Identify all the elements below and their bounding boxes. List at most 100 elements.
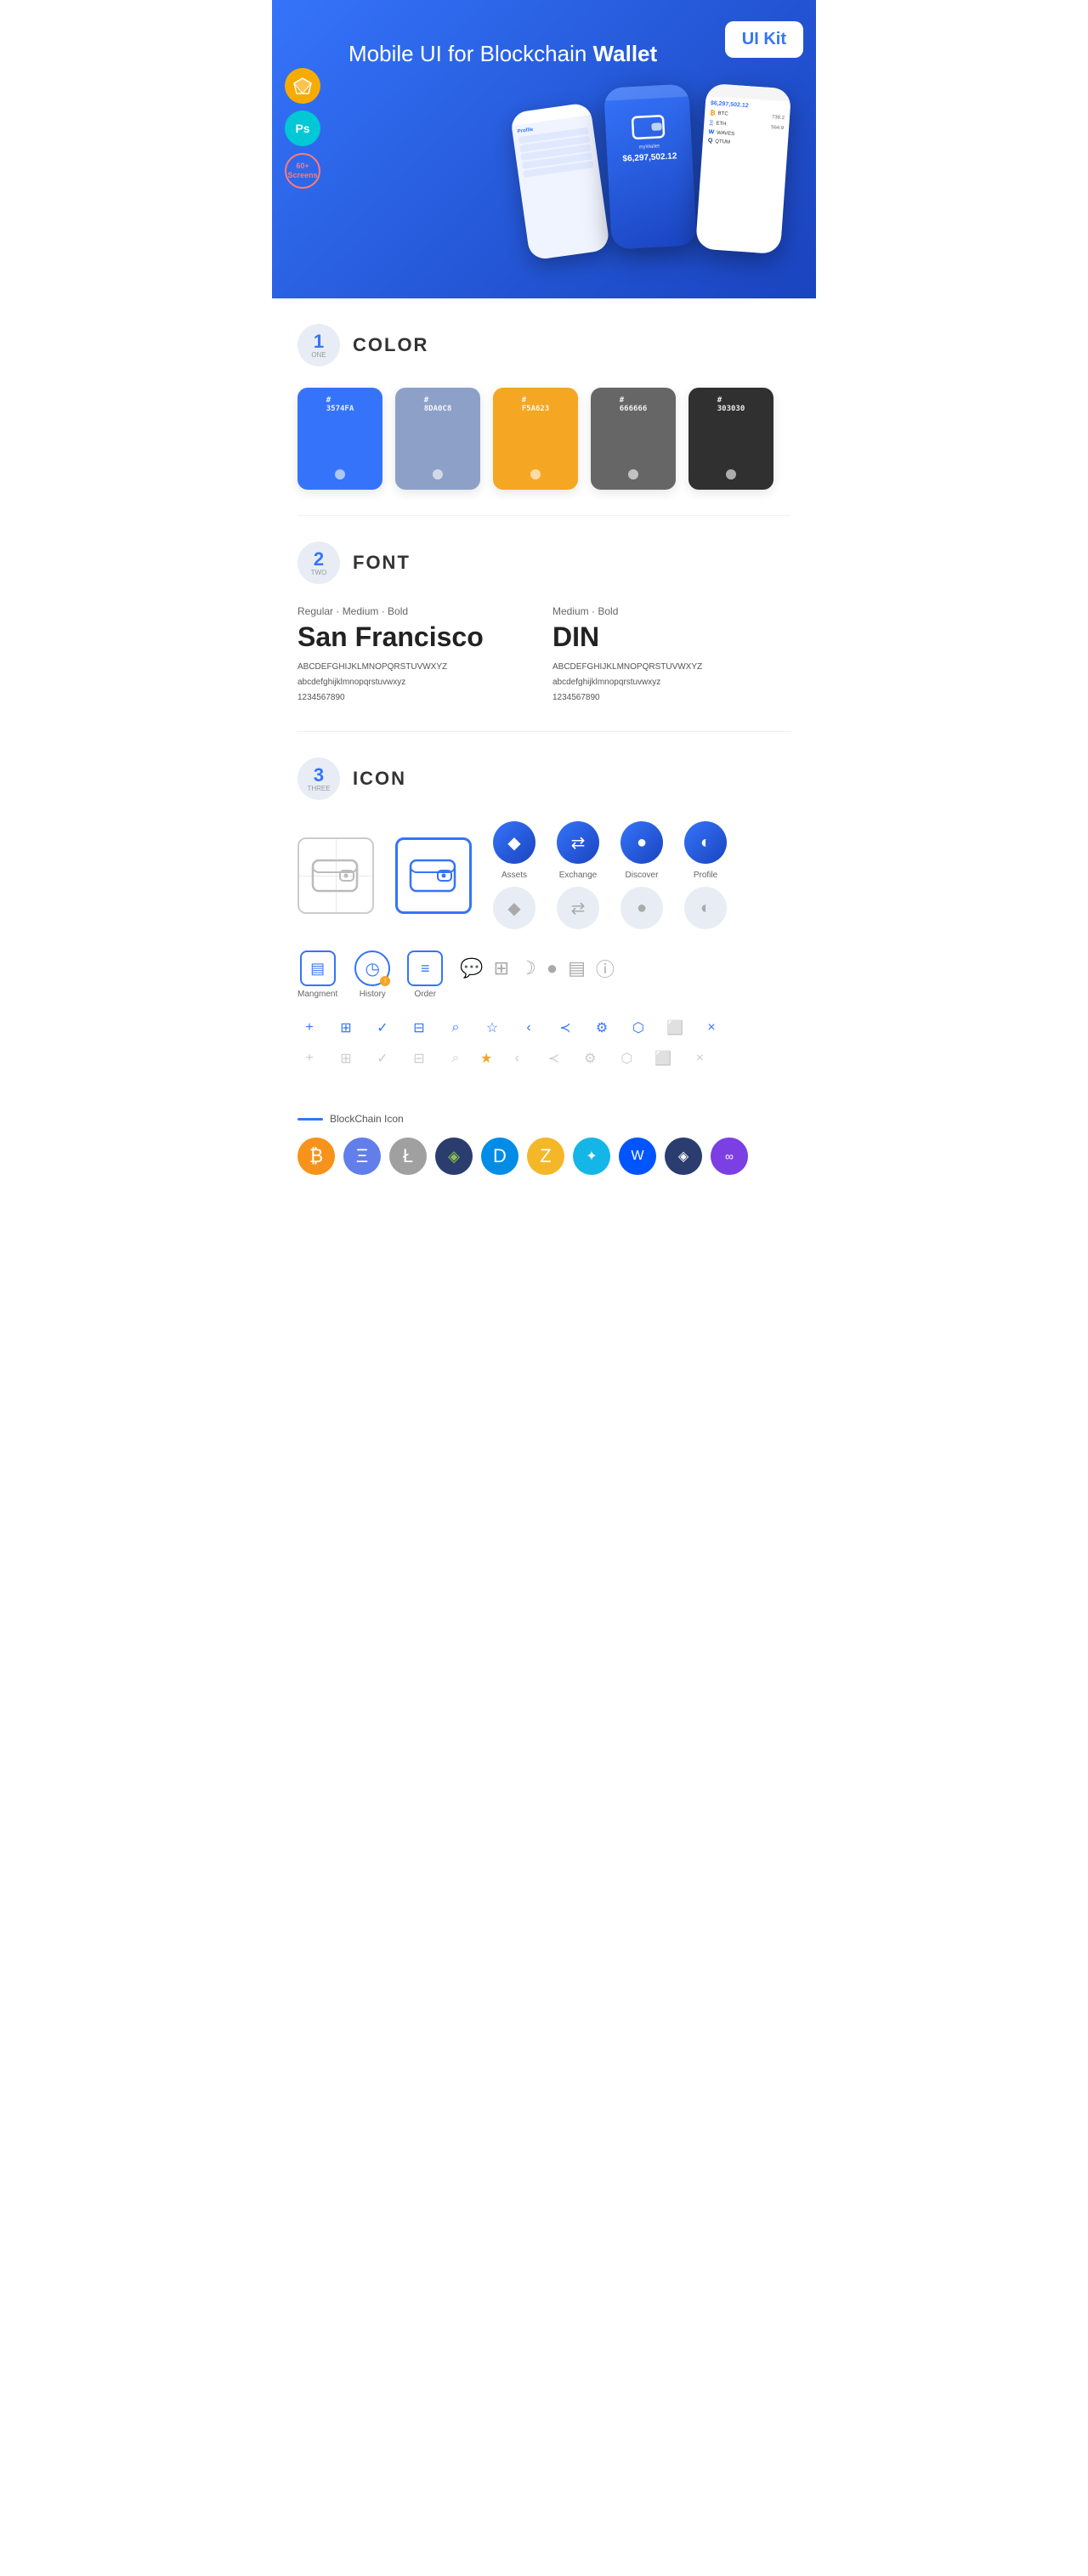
neo-icon: ◈	[435, 1138, 473, 1175]
color-dot	[530, 469, 541, 479]
order-icon: ≡	[407, 950, 443, 986]
search-icon: ⌕	[444, 1016, 468, 1040]
litecoin-icon: Ł	[389, 1138, 427, 1175]
utility-icons-blue: + ⊞ ✓ ⊟ ⌕ ☆ ‹ ≺ ⚙ ⬡ ⬜ ×	[298, 1016, 790, 1040]
dash-icon: D	[481, 1138, 518, 1175]
close-icon-ghost: ×	[688, 1047, 711, 1070]
wallet-wireframe-large	[298, 837, 374, 914]
info-icon: ⓘ	[596, 955, 615, 982]
font2-name: DIN	[552, 621, 790, 653]
font-din: Medium · Bold DIN ABCDEFGHIJKLMNOPQRSTUV…	[552, 605, 790, 706]
discover-icon-inactive: ●	[620, 887, 663, 929]
color-dark: #303030	[688, 388, 774, 490]
icon-section-header: 3 THREE ICON	[298, 757, 790, 800]
management-icon-group: ▤ Mangment	[298, 950, 337, 999]
small-icon-row: ▤ Mangment ◷ ! History ≡ Order 💬 ⊞ ☽ ● ▤…	[298, 950, 790, 999]
font2-nums: 1234567890	[552, 690, 790, 706]
nav-assets: ◆ Assets ◆	[493, 821, 536, 929]
font1-name: San Francisco	[298, 621, 536, 653]
order-icon-group: ≡ Order	[407, 950, 443, 999]
icon-section: 3 THREE ICON	[272, 732, 816, 1113]
circle-icon: ●	[547, 957, 558, 979]
xlm-icon: ✦	[573, 1138, 610, 1175]
misc-icons: 💬 ⊞ ☽ ● ▤ ⓘ	[460, 950, 615, 982]
profile-icon-inactive: ◐	[684, 887, 727, 929]
color-dot	[335, 469, 345, 479]
sketch-badge	[285, 68, 320, 104]
search-icon-ghost: ⌕	[444, 1047, 468, 1070]
section-number-2: 2 TWO	[298, 542, 340, 584]
zcash-icon: Z	[527, 1138, 564, 1175]
close-icon: ×	[700, 1016, 723, 1040]
nav-profile: ◐ Profile ◐	[684, 821, 727, 929]
management-icon: ▤	[300, 950, 336, 986]
font2-lower: abcdefghijklmnopqrstuvwxyz	[552, 675, 790, 690]
wallet-filled-large	[395, 837, 472, 914]
font2-upper: ABCDEFGHIJKLMNOPQRSTUVWXYZ	[552, 660, 790, 675]
nav-exchange: ⇄ Exchange ⇄	[557, 821, 599, 929]
assets-icon-inactive: ◆	[493, 887, 536, 929]
font1-lower: abcdefghijklmnopqrstuvwxyz	[298, 675, 536, 690]
check-icon: ✓	[371, 1016, 394, 1040]
moon-icon: ☽	[519, 957, 536, 979]
color-blue: #3574FA	[298, 388, 382, 490]
ethereum-icon: Ξ	[343, 1138, 381, 1175]
check-icon-ghost: ✓	[371, 1047, 394, 1070]
back-icon: ‹	[517, 1016, 541, 1040]
star-icon-active: ★	[480, 1050, 492, 1067]
font-section: 2 TWO FONT Regular · Medium · Bold San F…	[272, 516, 816, 731]
discover-icon-active: ●	[620, 821, 663, 864]
bitcoin-icon: ₿	[298, 1138, 335, 1175]
font1-nums: 1234567890	[298, 690, 536, 706]
hero-section: Mobile UI for Blockchain Wallet UI Kit P…	[272, 0, 816, 298]
font-grid: Regular · Medium · Bold San Francisco AB…	[298, 605, 790, 706]
settings-icon-ghost: ⚙	[578, 1047, 602, 1070]
blockchain-label: BlockChain Icon	[298, 1113, 790, 1125]
color-orange: #F5A623	[493, 388, 578, 490]
wallet-filled-icon	[408, 852, 459, 899]
expand-icon: ⬜	[663, 1016, 687, 1040]
qr-icon-ghost: ⊟	[407, 1047, 431, 1070]
font1-styles: Regular · Medium · Bold	[298, 605, 536, 617]
color-section: 1 ONE COLOR #3574FA #8DA0C8 #F5A623 #666…	[272, 298, 816, 515]
share-icon-ghost: ≺	[541, 1047, 565, 1070]
icon-title: ICON	[353, 768, 406, 790]
font1-upper: ABCDEFGHIJKLMNOPQRSTUVWXYZ	[298, 660, 536, 675]
history-icon: ◷ !	[354, 950, 390, 986]
crypto-icons: ₿ Ξ Ł ◈ D Z ✦ W ◈ ∞	[298, 1138, 790, 1175]
blockchain-section: BlockChain Icon ₿ Ξ Ł ◈ D Z ✦ W ◈ ∞	[272, 1113, 816, 1200]
color-gray: #666666	[591, 388, 676, 490]
settings-icon: ⚙	[590, 1016, 614, 1040]
waves-icon: W	[619, 1138, 656, 1175]
back-icon-ghost: ‹	[505, 1047, 529, 1070]
color-dot	[726, 469, 736, 479]
screens-badge: 60+Screens	[285, 153, 320, 189]
color-dot	[628, 469, 638, 479]
phone-3: $6,297,502.12 ₿BTC738.2 ΞETH564.9 WWAVES…	[695, 83, 791, 255]
section-number-3: 3 THREE	[298, 757, 340, 800]
poly-icon: ∞	[711, 1138, 748, 1175]
font-sf: Regular · Medium · Bold San Francisco AB…	[298, 605, 536, 706]
chat-icon: 💬	[460, 957, 483, 979]
qr-icon: ⊟	[407, 1016, 431, 1040]
layers-icon: ⊞	[494, 957, 509, 979]
font-section-header: 2 TWO FONT	[298, 542, 790, 584]
plus-icon-ghost: +	[298, 1047, 321, 1070]
nav-discover: ● Discover ●	[620, 821, 663, 929]
phone-mockups: Profile myWallet $6,297,502.12	[298, 77, 790, 247]
color-section-header: 1 ONE COLOR	[298, 324, 790, 366]
star-icon: ☆	[480, 1016, 504, 1040]
blockchain-line-decoration	[298, 1118, 323, 1121]
share-icon: ≺	[553, 1016, 577, 1040]
plus-icon: +	[298, 1016, 321, 1040]
section-number-1: 1 ONE	[298, 324, 340, 366]
font2-styles: Medium · Bold	[552, 605, 790, 617]
color-title: COLOR	[353, 334, 428, 356]
grid-icon-ghost: ⊞	[334, 1047, 358, 1070]
wallet-icon	[631, 111, 666, 142]
color-dot	[433, 469, 443, 479]
ps-badge: Ps	[285, 111, 320, 146]
exchange-icon-inactive: ⇄	[557, 887, 599, 929]
utility-icons-ghost: + ⊞ ✓ ⊟ ⌕ ★ ‹ ≺ ⚙ ⬡ ⬜ ×	[298, 1047, 790, 1070]
font-title: FONT	[353, 552, 411, 574]
